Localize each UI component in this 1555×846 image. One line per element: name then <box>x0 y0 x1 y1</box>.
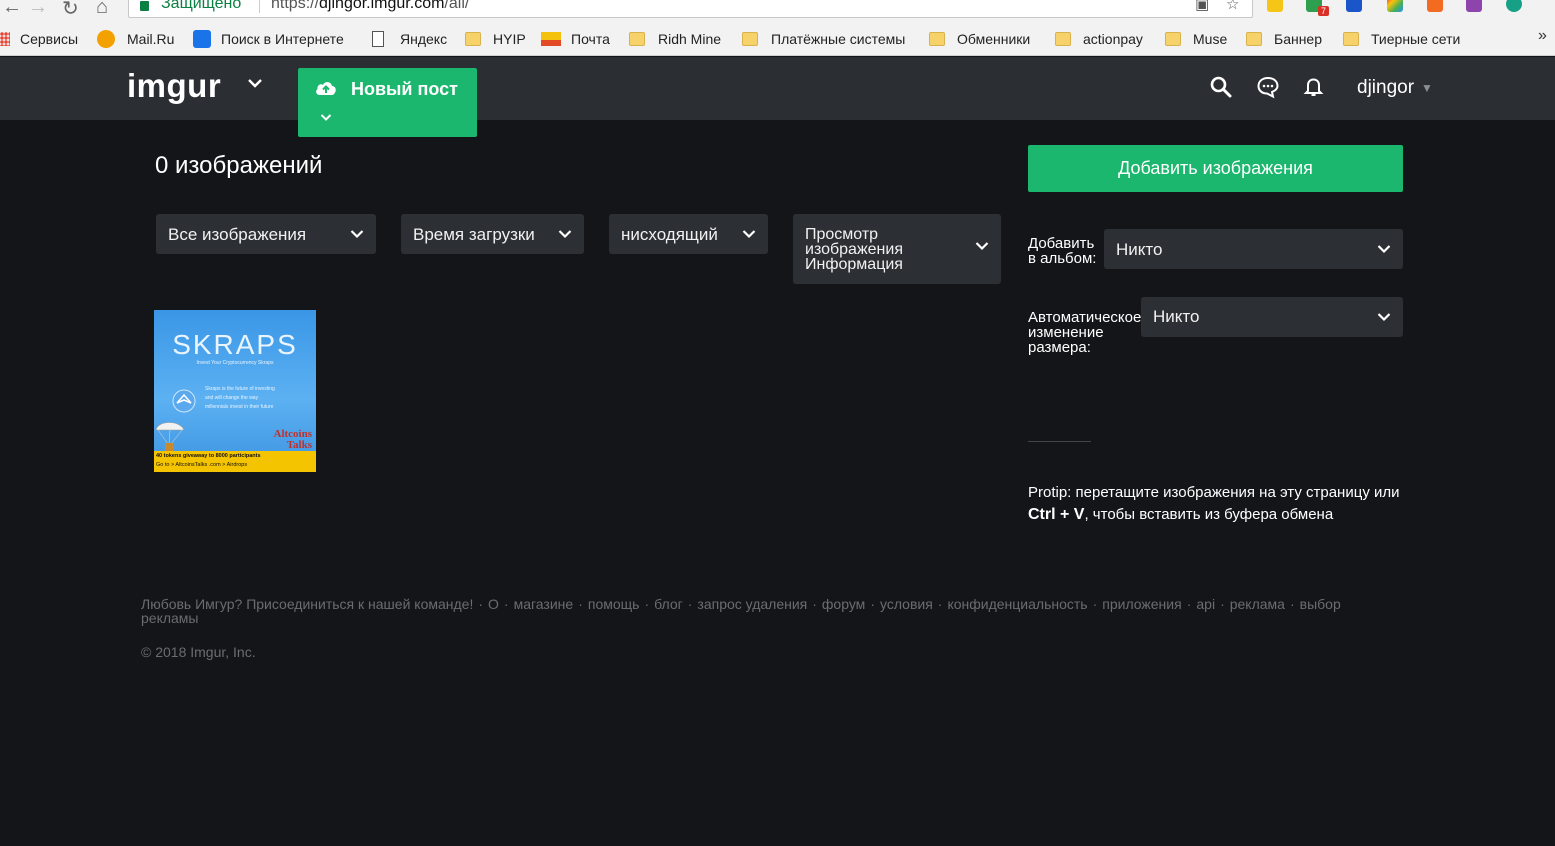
image-count: 0 изображений <box>155 152 323 179</box>
bookmark-services[interactable]: Сервисы <box>0 29 78 49</box>
bell-icon[interactable] <box>1302 75 1326 99</box>
mail-envelope-icon <box>541 32 561 46</box>
sort-dropdown[interactable]: Время загрузки <box>401 214 584 254</box>
footer-links: Любовь Имгур? Присоединиться к нашей ком… <box>141 596 1341 626</box>
apps-grid-icon <box>0 32 10 46</box>
thumbnail-brand: SKRAPS <box>172 329 298 360</box>
address-bar[interactable]: Защищено https://djingor.imgur.com/all/ … <box>128 0 1253 18</box>
chevron-down-icon <box>1377 313 1391 322</box>
resize-dropdown[interactable]: Никто <box>1141 297 1403 337</box>
sidebar-divider <box>1028 441 1091 442</box>
bookmark-mailru[interactable]: Mail.Ru <box>97 29 174 49</box>
album-dropdown[interactable]: Никто <box>1104 229 1403 269</box>
folder-icon <box>1246 32 1262 46</box>
folder-icon <box>1343 32 1359 46</box>
g-extension-icon[interactable] <box>1506 0 1522 12</box>
fox-extension-icon[interactable] <box>1427 0 1443 12</box>
lock-icon <box>140 1 149 11</box>
folder-icon <box>742 32 758 46</box>
cloud-upload-icon <box>316 82 336 95</box>
bookmark-ridh-mine[interactable]: Ridh Mine <box>629 29 721 49</box>
footer-link-privacy[interactable]: конфиденциальность <box>947 596 1087 612</box>
altcoins-talks-logo: Altcoins Talks <box>273 428 313 451</box>
folder-icon <box>1165 32 1181 46</box>
chat-icon[interactable] <box>1256 75 1280 99</box>
imgur-logo[interactable]: imgur <box>127 67 221 105</box>
footer-link-ads[interactable]: реклама <box>1230 596 1285 612</box>
translate-icon[interactable]: ▣ <box>1195 0 1209 13</box>
order-dropdown[interactable]: нисходящий <box>609 214 768 254</box>
chevron-down-icon <box>558 230 572 239</box>
skraps-logo-icon <box>172 389 196 413</box>
forward-arrow-icon[interactable]: → <box>28 0 48 19</box>
parachute-icon <box>155 422 185 451</box>
view-dropdown[interactable]: Просмотр изображения Информация <box>793 214 1001 284</box>
bookmark-pochta[interactable]: Почта <box>541 29 610 49</box>
search-icon[interactable] <box>1209 75 1233 99</box>
back-arrow-icon[interactable]: ← <box>2 0 22 19</box>
url-text[interactable]: https://djingor.imgur.com/all/ <box>271 0 469 13</box>
more-bookmarks-icon[interactable]: » <box>1538 27 1547 45</box>
footer-link-api[interactable]: api <box>1196 596 1215 612</box>
browser-toolbar: ← → ↻ ⌂ Защищено https://djingor.imgur.c… <box>0 0 1555 22</box>
add-images-button[interactable]: Добавить изображения <box>1028 145 1403 192</box>
footer-link-terms[interactable]: условия <box>880 596 933 612</box>
footer-link-blog[interactable]: блог <box>654 596 683 612</box>
album-label: Добавить в альбом: <box>1028 235 1097 267</box>
bookmarks-bar: Сервисы Mail.Ru Поиск в Интернете Яндекс… <box>0 22 1555 56</box>
secure-label: Защищено <box>161 0 242 12</box>
h-extension-icon[interactable] <box>1346 0 1362 12</box>
footer-link-forum[interactable]: форум <box>822 596 865 612</box>
chevron-down-icon <box>975 242 989 251</box>
images-filter-dropdown[interactable]: Все изображения <box>156 214 376 254</box>
new-post-button[interactable]: Новый пост <box>298 68 477 137</box>
caret-down-icon[interactable]: ▼ <box>1421 81 1433 95</box>
footer-link-apps[interactable]: приложения <box>1102 596 1181 612</box>
imgur-header: imgur Новый пост djingor ▼ <box>0 57 1555 137</box>
folder-icon <box>465 32 481 46</box>
page-icon <box>372 31 384 47</box>
thumbnail-banner: 40 tokens giveaway to 8000 participants … <box>154 451 316 472</box>
bookmark-tier-networks[interactable]: Тиерные сети <box>1343 29 1460 49</box>
bookmark-banner[interactable]: Баннер <box>1246 29 1322 49</box>
chevron-down-icon[interactable] <box>320 110 332 125</box>
footer-link-about[interactable]: О <box>488 596 499 612</box>
footer-link-help[interactable]: помощь <box>588 596 640 612</box>
bookmark-actionpay[interactable]: actionpay <box>1055 29 1143 49</box>
username[interactable]: djingor <box>1357 77 1414 99</box>
lightbulb-extension-icon[interactable] <box>1267 0 1283 12</box>
copyright: © 2018 Imgur, Inc. <box>141 644 256 660</box>
home-icon[interactable]: ⌂ <box>96 0 108 19</box>
bookmark-payment-systems[interactable]: Платёжные системы <box>742 29 905 49</box>
folder-icon <box>929 32 945 46</box>
s-extension-icon[interactable] <box>1466 0 1482 12</box>
mailru-icon <box>97 30 115 48</box>
chevron-down-icon <box>742 230 756 239</box>
bookmark-yandex[interactable]: Яндекс <box>372 29 447 49</box>
new-post-label: Новый пост <box>351 79 458 99</box>
folder-icon <box>1055 32 1071 46</box>
chevron-down-icon <box>350 230 364 239</box>
thumbnail-description: Skraps is the future of investing and wi… <box>205 386 275 410</box>
search-q-icon <box>193 30 211 48</box>
bookmark-exchangers[interactable]: Обменники <box>929 29 1030 49</box>
protip-text: Protip: перетащите изображения на эту ст… <box>1028 484 1400 523</box>
footer-link-removal[interactable]: запрос удаления <box>697 596 807 612</box>
bookmark-search[interactable]: Поиск в Интернете <box>193 29 344 49</box>
image-thumbnail[interactable]: SKRAPS Invest Your Cryptocurrency Skraps… <box>154 310 316 472</box>
reload-icon[interactable]: ↻ <box>62 0 79 21</box>
url-divider <box>259 0 260 13</box>
chevron-down-icon <box>1377 245 1391 254</box>
footer-link-store[interactable]: магазине <box>514 596 574 612</box>
colorful-extension-icon[interactable] <box>1387 0 1403 12</box>
chevron-down-icon[interactable] <box>247 76 263 94</box>
extension-badge: 7 <box>1318 6 1330 16</box>
folder-icon <box>629 32 645 46</box>
bookmark-hyip[interactable]: HYIP <box>465 29 526 49</box>
resize-label: Автоматическое изменение размера: <box>1028 309 1142 356</box>
bookmark-muse[interactable]: Muse <box>1165 29 1227 49</box>
star-icon[interactable]: ☆ <box>1226 0 1239 13</box>
